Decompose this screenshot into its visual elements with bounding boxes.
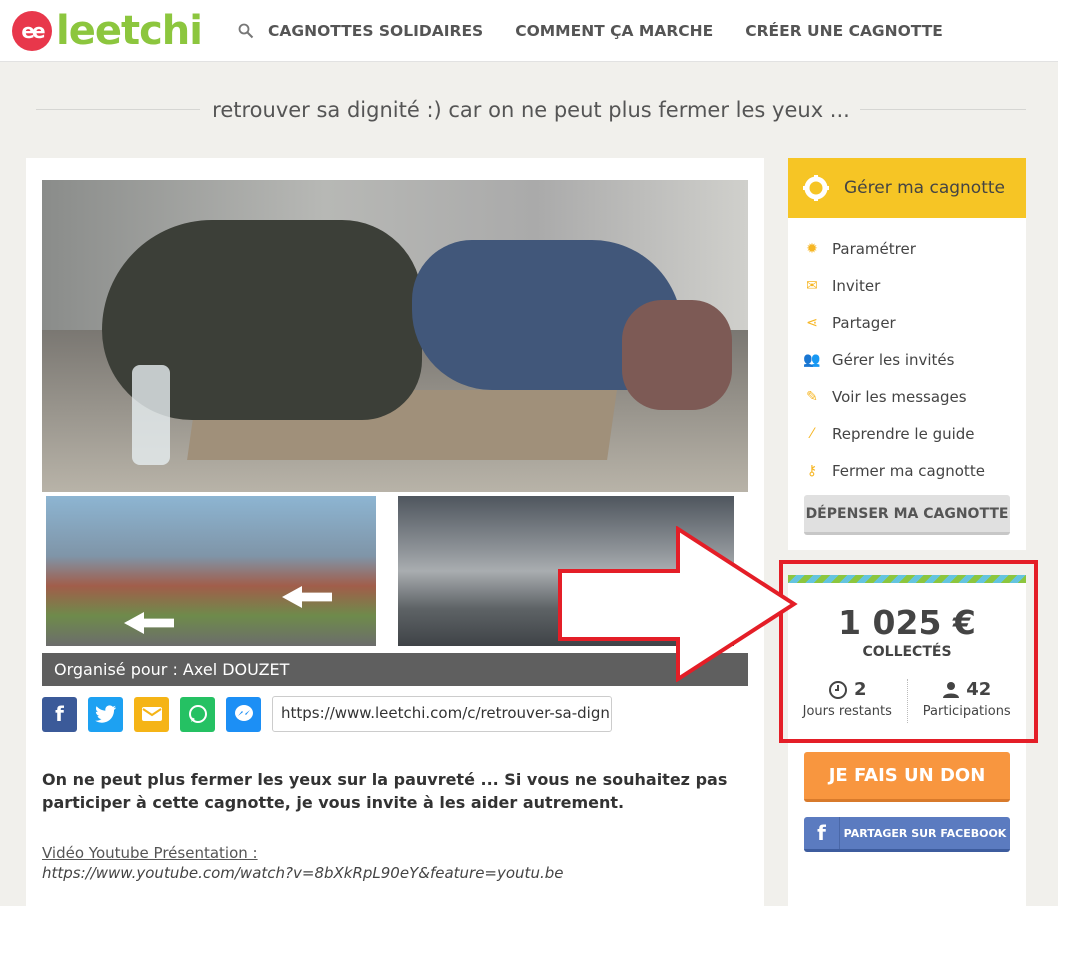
menu-item-label: Fermer ma cagnotte <box>832 461 985 480</box>
left-arrow-icon <box>282 586 332 608</box>
highlight-box <box>779 560 1038 743</box>
facebook-button-label: PARTAGER SUR FACEBOOK <box>843 826 1007 840</box>
share-icon: ⋖ <box>806 314 818 331</box>
page-title: retrouver sa dignité :) car on ne peut p… <box>212 98 850 122</box>
whatsapp-share-button[interactable] <box>180 696 215 732</box>
menu-item-partager[interactable]: ⋖ Partager <box>788 304 1026 341</box>
gallery-thumbnail-1[interactable] <box>46 496 376 646</box>
manage-menu: ✹ Paramétrer ✉ Inviter ⋖ Partager 👥 Gérer le… <box>788 218 1026 489</box>
spend-button[interactable]: DÉPENSER MA CAGNOTTE <box>804 495 1010 535</box>
key-icon: ⚷ <box>806 462 818 479</box>
hero-person-shoes <box>622 300 732 410</box>
users-icon: 👥 <box>803 351 821 368</box>
manage-panel-header[interactable]: Gérer ma cagnotte <box>788 158 1026 218</box>
messenger-share-button[interactable] <box>226 696 261 732</box>
menu-item-parametrer[interactable]: ✹ Paramétrer <box>788 230 1026 267</box>
manage-panel-title: Gérer ma cagnotte <box>844 178 1006 198</box>
manage-panel: Gérer ma cagnotte ✹ Paramétrer ✉ Inviter ⋖… <box>788 158 1026 550</box>
logo-text: leetchi <box>56 8 203 54</box>
share-row: f https://www.leetchi.com/c/retrouver-sa… <box>42 696 612 732</box>
menu-item-gerer-invites[interactable]: 👥 Gérer les invités <box>788 341 1026 378</box>
page-background: ee leetchi CAGNOTTES SOLIDAIRES COMMENT … <box>0 0 1058 906</box>
site-header: ee leetchi CAGNOTTES SOLIDAIRES COMMENT … <box>0 0 1058 62</box>
left-arrow-icon <box>124 612 174 634</box>
facebook-share-button[interactable]: f <box>42 696 77 732</box>
menu-item-label: Gérer les invités <box>832 350 955 369</box>
pointer-arrow-icon <box>558 526 798 682</box>
menu-item-fermer-cagnotte[interactable]: ⚷ Fermer ma cagnotte <box>788 452 1026 489</box>
email-share-button[interactable] <box>134 696 169 732</box>
menu-item-inviter[interactable]: ✉ Inviter <box>788 267 1026 304</box>
video-label: Vidéo Youtube Présentation : <box>42 844 258 862</box>
menu-item-label: Partager <box>832 313 896 332</box>
menu-item-voir-messages[interactable]: ✎ Voir les messages <box>788 378 1026 415</box>
hero-bottle <box>132 365 170 465</box>
share-link-field[interactable]: https://www.leetchi.com/c/retrouver-sa-d… <box>272 696 612 732</box>
logo-badge: ee <box>12 11 52 51</box>
campaign-description: On ne peut plus fermer les yeux sur la p… <box>42 770 728 812</box>
messenger-icon <box>234 705 253 721</box>
video-link[interactable]: https://www.youtube.com/watch?v=8bXkRpL9… <box>42 864 563 882</box>
menu-item-label: Paramétrer <box>832 239 916 258</box>
gear-icon: ✹ <box>806 240 818 257</box>
facebook-share-large-button[interactable]: f PARTAGER SUR FACEBOOK <box>804 817 1010 852</box>
main-nav: CAGNOTTES SOLIDAIRES COMMENT ÇA MARCHE C… <box>238 22 975 40</box>
donate-button[interactable]: JE FAIS UN DON <box>804 752 1010 802</box>
edit-icon: ✎ <box>806 388 818 405</box>
envelope-icon: ✉ <box>806 277 818 294</box>
facebook-icon: f <box>804 817 840 849</box>
twitter-share-button[interactable] <box>88 696 123 732</box>
whatsapp-icon <box>188 705 207 723</box>
hero-image <box>42 180 748 492</box>
menu-item-label: Reprendre le guide <box>832 424 975 443</box>
search-icon[interactable] <box>238 23 254 39</box>
wand-icon: ⁄ <box>810 425 814 442</box>
menu-item-reprendre-guide[interactable]: ⁄ Reprendre le guide <box>788 415 1026 452</box>
nav-cagnottes-solidaires[interactable]: CAGNOTTES SOLIDAIRES <box>268 22 483 40</box>
nav-comment-ca-marche[interactable]: COMMENT ÇA MARCHE <box>515 22 713 40</box>
menu-item-label: Inviter <box>832 276 881 295</box>
twitter-icon <box>94 705 116 723</box>
page-title-row: retrouver sa dignité :) car on ne peut p… <box>36 96 1026 126</box>
menu-item-label: Voir les messages <box>832 387 967 406</box>
envelope-icon <box>141 707 162 721</box>
nav-creer-une-cagnotte[interactable]: CRÉER UNE CAGNOTTE <box>745 22 943 40</box>
leetchi-logo[interactable]: ee leetchi <box>12 8 203 54</box>
gear-icon <box>803 175 829 201</box>
